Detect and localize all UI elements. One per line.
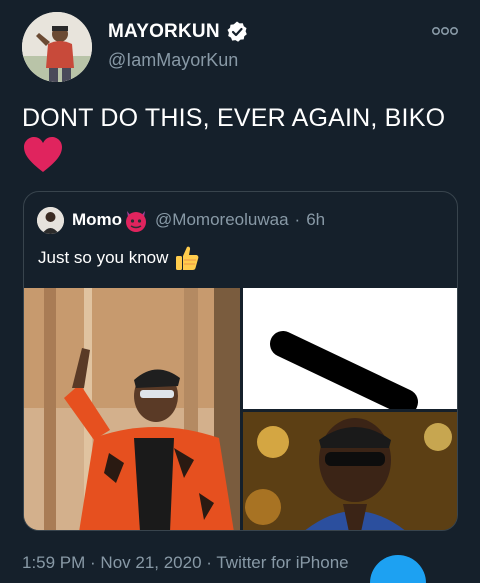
author-avatar[interactable] xyxy=(22,12,92,82)
photo-man-sunglasses-icon xyxy=(243,412,457,530)
tweet-header: MAYORKUN @IamMayorKun xyxy=(22,12,462,82)
quoted-handle[interactable]: @Momoreoluwaa xyxy=(155,210,288,230)
profile-photo-icon xyxy=(22,12,92,82)
devil-face-icon xyxy=(126,211,147,232)
thumbs-up-icon xyxy=(176,246,199,270)
media-grid xyxy=(24,288,457,530)
more-options-icon[interactable] xyxy=(432,26,458,36)
compose-tweet-button[interactable] xyxy=(370,555,426,583)
meta-separator: · xyxy=(294,210,301,229)
media-image-2[interactable] xyxy=(243,288,457,409)
quoted-time[interactable]: 6h xyxy=(306,210,325,230)
media-image-1[interactable] xyxy=(24,288,240,530)
tweet-text: DONT DO THIS, EVER AGAIN, BIKO xyxy=(22,104,446,132)
author-display-name[interactable]: MAYORKUN xyxy=(108,21,220,43)
quoted-profile-photo-icon xyxy=(37,206,64,234)
photo-man-pointing-icon xyxy=(24,288,240,530)
author-handle[interactable]: @IamMayorKun xyxy=(108,50,238,71)
quoted-author-avatar[interactable] xyxy=(37,206,64,234)
verified-badge-icon xyxy=(227,21,247,42)
media-image-3[interactable] xyxy=(243,412,457,530)
tweet-timestamp[interactable]: 1:59 PM · Nov 21, 2020 · Twitter for iPh… xyxy=(22,553,349,573)
black-stroke-drawing-icon xyxy=(243,288,457,409)
quoted-tweet-text: Just so you know xyxy=(38,248,169,267)
quoted-tweet[interactable]: Momo @Momoreoluwaa · 6h Just so you know xyxy=(23,191,458,531)
red-heart-icon xyxy=(24,137,62,172)
quoted-display-name[interactable]: Momo xyxy=(72,210,122,230)
